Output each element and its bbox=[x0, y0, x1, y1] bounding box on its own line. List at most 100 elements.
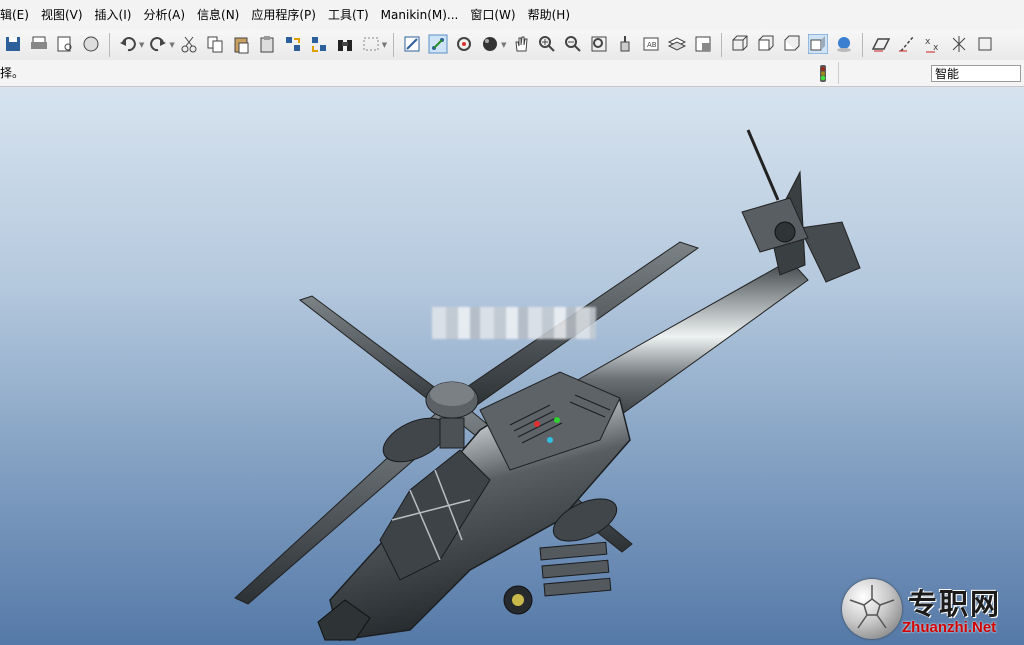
menu-item-9[interactable]: 帮助(H) bbox=[522, 0, 576, 30]
datum-point-button[interactable]: xx bbox=[922, 34, 944, 56]
select-box-icon bbox=[361, 34, 381, 57]
dropdown-arrow-icon[interactable]: ▼ bbox=[501, 41, 506, 49]
zoom-in-icon bbox=[537, 34, 557, 57]
regenerate-manager-button[interactable] bbox=[308, 34, 330, 56]
datum-axis-button[interactable] bbox=[896, 34, 918, 56]
more-datum-icon bbox=[975, 34, 995, 57]
menu-item-5[interactable]: 应用程序(P) bbox=[245, 0, 322, 30]
no-hidden-button[interactable] bbox=[781, 34, 803, 56]
saved-views-button[interactable]: AB bbox=[640, 34, 662, 56]
datum-axis-icon bbox=[897, 34, 917, 57]
scissors-button[interactable] bbox=[178, 34, 200, 56]
tail-antenna bbox=[746, 129, 780, 201]
status-message: 择。 bbox=[0, 66, 25, 80]
menu-item-8[interactable]: 窗口(W) bbox=[464, 0, 521, 30]
view-manager-icon bbox=[693, 34, 713, 57]
status-light-icon[interactable] bbox=[818, 65, 828, 85]
datum-plane-button[interactable] bbox=[870, 34, 892, 56]
selection-filter-dropdown[interactable]: 智能 bbox=[931, 65, 1021, 82]
menu-item-3[interactable]: 分析(A) bbox=[137, 0, 191, 30]
menu-item-1[interactable]: 视图(V) bbox=[35, 0, 89, 30]
menu-item-0[interactable]: 辑(E) bbox=[0, 0, 35, 30]
spin-center-icon bbox=[428, 34, 448, 57]
appearance-sphere-button[interactable] bbox=[479, 34, 501, 56]
toolbar-separator bbox=[109, 33, 110, 57]
redo-button[interactable] bbox=[147, 34, 169, 56]
orient-mode-button[interactable] bbox=[453, 34, 475, 56]
print-icon bbox=[29, 34, 49, 57]
helicopter-model bbox=[234, 129, 861, 641]
cut-shape-button[interactable] bbox=[80, 34, 102, 56]
zoom-out-button[interactable] bbox=[562, 34, 584, 56]
paste-icon bbox=[231, 34, 251, 57]
refit-button[interactable] bbox=[588, 34, 610, 56]
no-hidden-icon bbox=[782, 34, 802, 57]
saved-views-icon: AB bbox=[641, 34, 661, 57]
datum-plane-icon bbox=[871, 34, 891, 57]
dropdown-arrow-icon[interactable]: ▼ bbox=[139, 41, 144, 49]
weapon-rack bbox=[541, 559, 610, 579]
refit-icon bbox=[589, 34, 609, 57]
menu-bar: 辑(E) 视图(V) 插入(I) 分析(A) 信息(N) 应用程序(P) 工具(T) Mani… bbox=[0, 0, 1024, 30]
repaint-button[interactable] bbox=[401, 34, 423, 56]
copy-icon bbox=[205, 34, 225, 57]
toolbar-separator bbox=[720, 33, 722, 57]
print-button[interactable] bbox=[28, 34, 50, 56]
paste-special-button[interactable] bbox=[256, 34, 278, 56]
tail-plane bbox=[799, 221, 861, 283]
watermark: 专职网 Zhuanzhi.Net bbox=[842, 579, 1022, 643]
save-button[interactable] bbox=[2, 34, 24, 56]
redo-icon bbox=[148, 34, 168, 57]
undo-button[interactable] bbox=[117, 34, 139, 56]
save-icon bbox=[3, 34, 23, 57]
menu-item-4[interactable]: 信息(N) bbox=[191, 0, 245, 30]
soccer-ball-logo-icon bbox=[842, 579, 902, 639]
menu-item-6[interactable]: 工具(T) bbox=[322, 0, 375, 30]
undo-icon bbox=[118, 34, 138, 57]
wireframe-icon bbox=[730, 34, 750, 57]
more-datum-button[interactable] bbox=[974, 34, 996, 56]
print-preview-button[interactable] bbox=[54, 34, 76, 56]
wireframe-button[interactable] bbox=[729, 34, 751, 56]
reorient-button[interactable] bbox=[614, 34, 636, 56]
select-box-button[interactable] bbox=[360, 34, 382, 56]
status-divider bbox=[838, 62, 839, 84]
datum-point-icon: xx bbox=[923, 34, 943, 57]
weapon-rack bbox=[539, 541, 608, 561]
binoculars-button[interactable] bbox=[334, 34, 356, 56]
layers-icon bbox=[667, 34, 687, 57]
svg-text:x: x bbox=[925, 37, 931, 47]
copy-button[interactable] bbox=[204, 34, 226, 56]
paste-special-icon bbox=[257, 34, 277, 57]
view-manager-button[interactable] bbox=[692, 34, 714, 56]
layers-button[interactable] bbox=[666, 34, 688, 56]
reorient-icon bbox=[615, 34, 635, 57]
spin-center-button[interactable] bbox=[427, 34, 449, 56]
message-area: 择。 bbox=[0, 60, 1024, 87]
menu-item-7[interactable]: Manikin(M)... bbox=[375, 0, 465, 30]
zoom-in-button[interactable] bbox=[536, 34, 558, 56]
graphics-viewport[interactable] bbox=[0, 87, 1024, 645]
orient-mode-icon bbox=[454, 34, 474, 57]
svg-text:AB: AB bbox=[647, 41, 657, 49]
model-tree-globe-icon bbox=[834, 34, 854, 57]
watermark-cn-text: 专职网 bbox=[908, 587, 1002, 621]
model-tree-globe-button[interactable] bbox=[833, 34, 855, 56]
scissors-icon bbox=[179, 34, 199, 57]
appearance-sphere-icon bbox=[480, 34, 500, 57]
pan-hand-button[interactable] bbox=[510, 34, 532, 56]
regenerate-button[interactable] bbox=[282, 34, 304, 56]
hidden-line-button[interactable] bbox=[755, 34, 777, 56]
csys-button[interactable] bbox=[948, 34, 970, 56]
menu-item-2[interactable]: 插入(I) bbox=[89, 0, 138, 30]
shading-button[interactable] bbox=[807, 33, 829, 57]
dropdown-arrow-icon[interactable]: ▼ bbox=[382, 41, 387, 49]
paste-button[interactable] bbox=[230, 34, 252, 56]
hidden-line-icon bbox=[756, 34, 776, 57]
blurred-label bbox=[432, 307, 596, 339]
zoom-out-icon bbox=[563, 34, 583, 57]
dropdown-arrow-icon[interactable]: ▼ bbox=[169, 41, 174, 49]
cut-shape-icon bbox=[81, 34, 101, 57]
csys-icon bbox=[949, 34, 969, 57]
shading-icon bbox=[807, 33, 829, 57]
